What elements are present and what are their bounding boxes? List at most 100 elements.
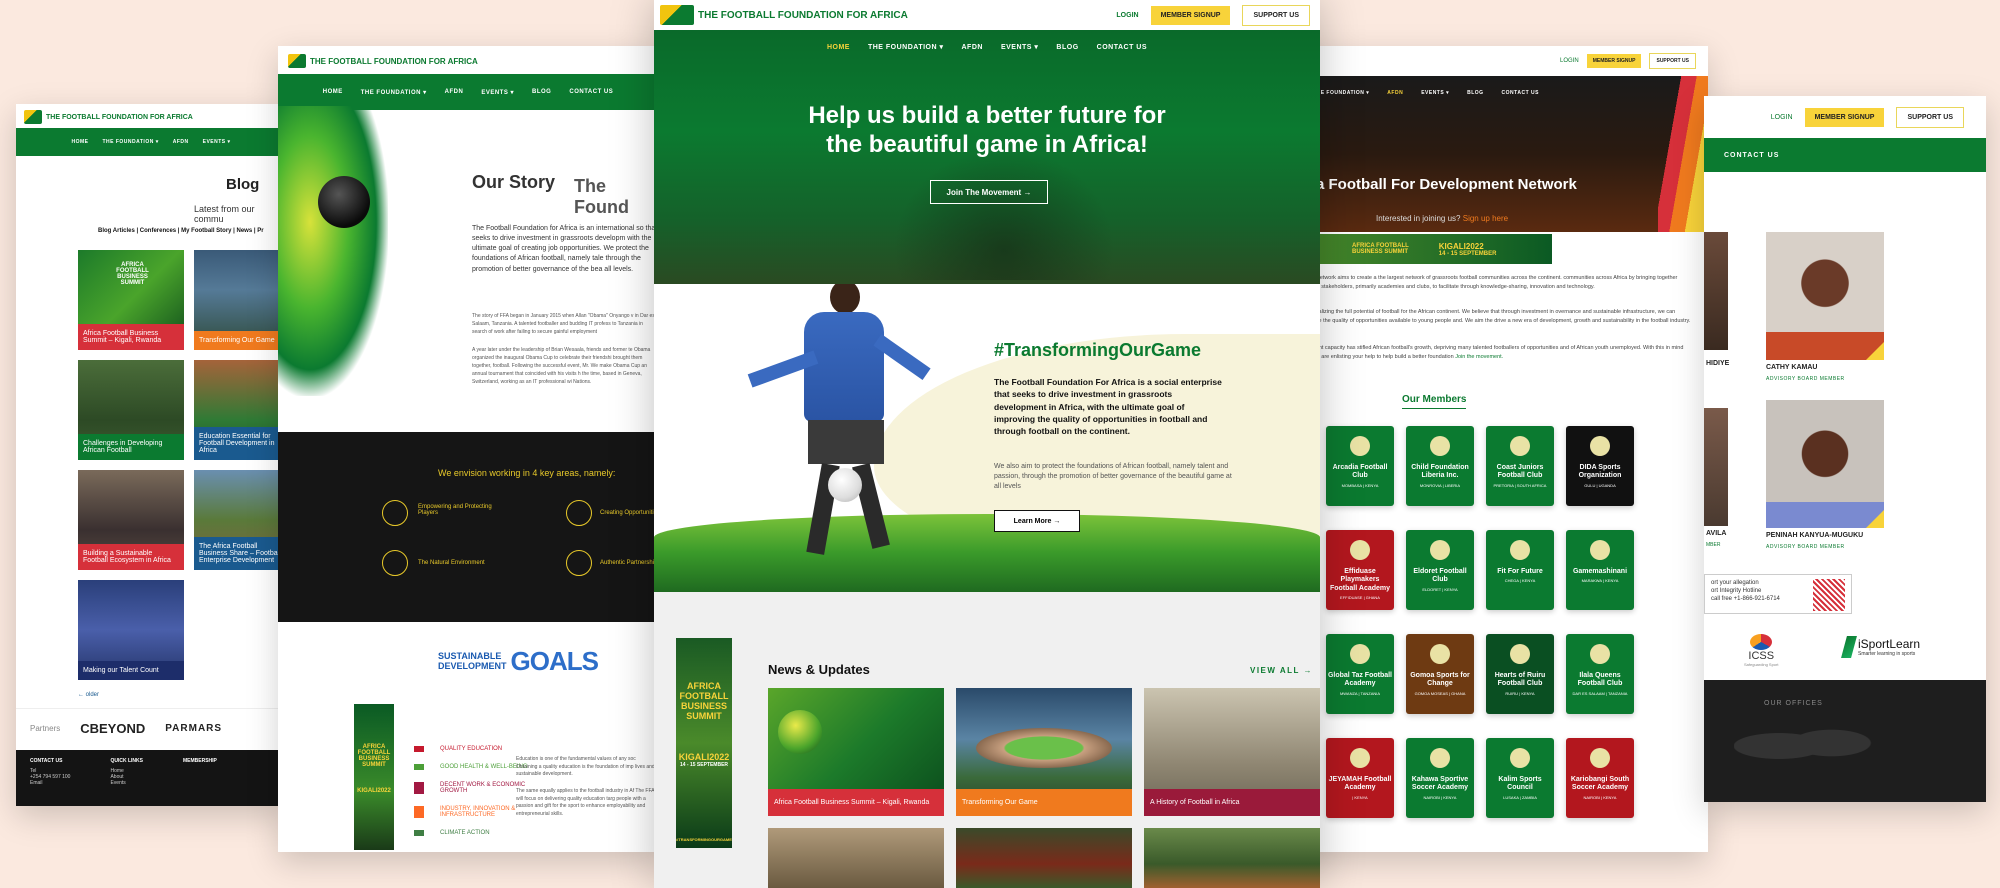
member-location: MONROVIA | LIBERIA <box>1419 482 1461 488</box>
news-card[interactable]: Africa Football Business Summit – Kigali… <box>768 688 944 816</box>
member-card[interactable]: Ilala Queens Football Club DAR ES SALAAM … <box>1566 634 1634 714</box>
member-badge-icon <box>1350 436 1370 456</box>
summit-thumb-text: AFRICA FOOTBALL BUSINESS SUMMIT <box>116 262 149 286</box>
nav-foundation[interactable]: THE FOUNDATION ▾ <box>102 139 158 145</box>
blog-post-card[interactable]: The Africa Football Business Share – Foo… <box>194 470 286 570</box>
blog-post-card[interactable]: Transforming Our Game <box>194 250 286 350</box>
nav-contact[interactable]: CONTACT US <box>1502 90 1539 96</box>
member-card[interactable]: Gomoa Sports for Change GOMOA MOSEAS | GH… <box>1406 634 1474 714</box>
member-name: Ilala Queens Football Club <box>1577 672 1623 688</box>
brand-logo[interactable]: THE FOOTBALL FOUNDATION FOR AFRICA <box>288 54 648 68</box>
blog-post-card[interactable]: Building a Sustainable Football Ecosyste… <box>78 470 184 570</box>
support-button[interactable]: SUPPORT US <box>1649 53 1696 69</box>
member-card[interactable]: Child Foundation Liberia Inc. MONROVIA | … <box>1406 426 1474 506</box>
sdg-goal[interactable]: QUALITY EDUCATION <box>414 746 534 752</box>
board-member-role: MBER <box>1706 542 1721 548</box>
blog-filters[interactable]: Blog Articles | Conferences | My Footbal… <box>98 228 264 234</box>
member-badge-icon <box>1590 540 1610 560</box>
login-link[interactable]: LOGIN <box>1116 12 1138 19</box>
signup-link[interactable]: Sign up here <box>1463 214 1508 223</box>
nav-blog[interactable]: BLOG <box>1467 90 1483 96</box>
member-card[interactable]: Arcadia Football Club MOMBASA | KENYA <box>1326 426 1394 506</box>
member-location: MOMBASA | KENYA <box>1341 482 1379 488</box>
blog-post-card[interactable]: AFRICA FOOTBALL BUSINESS SUMMIT Africa F… <box>78 250 184 350</box>
member-card[interactable]: Eldoret Football Club ELDORET | KENYA <box>1406 530 1474 610</box>
handshake-icon <box>566 550 592 576</box>
afdn-nav: THE FOUNDATION ▾ AFDN EVENTS ▾ BLOG CONT… <box>1296 90 1556 96</box>
member-card[interactable]: JEYAMAH Football Academy | KENYA <box>1326 738 1394 818</box>
nav-home[interactable]: HOME <box>827 44 850 51</box>
nav-home[interactable]: HOME <box>323 89 343 95</box>
transforming-lead: The Football Foundation For Africa is a … <box>994 377 1222 437</box>
member-card[interactable]: Global Taz Football Academy MWANZA | TANZ… <box>1326 634 1394 714</box>
blog-post-card[interactable]: Challenges in Developing African Footbal… <box>78 360 184 460</box>
nav-blog[interactable]: BLOG <box>532 89 551 95</box>
nav-events[interactable]: EVENTS ▾ <box>481 89 514 96</box>
news-card[interactable] <box>1144 828 1320 888</box>
member-card[interactable]: Gamemashinani MARAKWA | KENYA <box>1566 530 1634 610</box>
news-card[interactable]: Transforming Our Game <box>956 688 1132 816</box>
login-link[interactable]: LOGIN <box>1560 58 1579 64</box>
login-link[interactable]: LOGIN <box>1771 114 1793 121</box>
news-section: AFRICA FOOTBALL BUSINESS SUMMIT KIGALI20… <box>654 592 1320 888</box>
player-shorts <box>808 420 884 464</box>
nav-afdn[interactable]: AFDN <box>173 139 189 145</box>
nav-afdn[interactable]: AFDN <box>1387 90 1403 96</box>
afdn-hero: THE FOUNDATION ▾ AFDN EVENTS ▾ BLOG CONT… <box>1296 76 1708 232</box>
support-button[interactable]: SUPPORT US <box>1242 4 1310 26</box>
member-badge-icon <box>1430 644 1450 664</box>
news-card[interactable] <box>956 828 1132 888</box>
join-movement-button[interactable]: Join The Movement → <box>930 180 1048 204</box>
nav-events[interactable]: EVENTS ▾ <box>1001 43 1038 51</box>
nav-home[interactable]: HOME <box>71 139 88 145</box>
brand-name: THE FOOTBALL FOUNDATION FOR AFRICA <box>46 113 193 121</box>
news-card[interactable] <box>768 828 944 888</box>
member-card[interactable]: Fit For Future CHEGA | KENYA <box>1486 530 1554 610</box>
member-card[interactable]: Kariobangi South Soccer Academy NAIROBI |… <box>1566 738 1634 818</box>
news-card[interactable]: A History of Football in Africa <box>1144 688 1320 816</box>
member-card[interactable]: Kalim Sports Council LUSAKA | ZAMBIA <box>1486 738 1554 818</box>
nav-afdn[interactable]: AFDN <box>445 89 464 95</box>
member-badge-icon <box>1350 748 1370 768</box>
integrity-hotline-box[interactable]: ort your allegation ort Integrity Hotlin… <box>1704 574 1852 614</box>
footer-link[interactable]: Events <box>110 780 143 786</box>
support-button[interactable]: SUPPORT US <box>1896 106 1964 128</box>
blog-post-card[interactable]: Making our Talent Count <box>78 580 184 680</box>
nav-contact[interactable]: CONTACT US <box>1724 152 1779 159</box>
member-card[interactable]: DIDA Sports Organization GULU | UGANDA <box>1566 426 1634 506</box>
member-card[interactable]: Kahawa Sportive Soccer Academy NAIROBI | … <box>1406 738 1474 818</box>
sdg-goal[interactable]: CLIMATE ACTION <box>414 830 534 836</box>
board-member-role: ADVISORY BOARD MEMBER <box>1766 376 1845 382</box>
member-signup-button[interactable]: MEMBER SIGNUP <box>1804 107 1885 127</box>
member-signup-button[interactable]: MEMBER SIGNUP <box>1150 5 1231 25</box>
nav-blog[interactable]: BLOG <box>1056 44 1078 51</box>
nav-events[interactable]: EVENTS ▾ <box>1421 90 1449 96</box>
key-area-label: Creating Opportuniti <box>600 510 654 516</box>
member-signup-button[interactable]: MEMBER SIGNUP <box>1586 54 1642 68</box>
brand-logo[interactable]: THE FOOTBALL FOUNDATION FOR AFRICA <box>24 110 278 124</box>
nav-foundation[interactable]: THE FOUNDATION ▾ <box>1313 90 1369 96</box>
nav-foundation[interactable]: THE FOUNDATION ▾ <box>868 43 944 51</box>
afdn-title: a Football For Development Network <box>1316 176 1577 193</box>
member-name: Hearts of Ruiru Football Club <box>1494 672 1546 688</box>
member-name: Gamemashinani <box>1572 568 1628 575</box>
nav-contact[interactable]: CONTACT US <box>1097 44 1147 51</box>
home-page-mockup: THE FOOTBALL FOUNDATION FOR AFRICA LOGIN… <box>654 0 1320 888</box>
story-paragraph: The story of FFA began in January 2015 w… <box>472 313 655 335</box>
older-link[interactable]: ← older <box>78 692 99 698</box>
transforming-hashtag: #TransformingOurGame <box>994 340 1202 360</box>
envision-heading: We envision working in 4 key areas, name… <box>438 468 616 478</box>
nav-foundation[interactable]: THE FOUNDATION ▾ <box>361 89 427 96</box>
blog-post-card[interactable]: Education Essential for Football Develop… <box>194 360 286 460</box>
join-movement-link[interactable]: Join the movement. <box>1455 354 1503 360</box>
member-card[interactable]: Coast Juniors Football Club PRETORIA | SO… <box>1486 426 1554 506</box>
story-header: THE FOOTBALL FOUNDATION FOR AFRICA <box>278 46 658 74</box>
member-card[interactable]: Effiduase Playmakers Football Academy EFF… <box>1326 530 1394 610</box>
nav-events[interactable]: EVENTS ▾ <box>203 139 231 145</box>
view-all-link[interactable]: VIEW ALL → <box>1250 666 1313 675</box>
brand-logo[interactable]: THE FOOTBALL FOUNDATION FOR AFRICA <box>660 5 908 25</box>
nav-contact[interactable]: CONTACT US <box>569 89 613 95</box>
nav-afdn[interactable]: AFDN <box>962 44 983 51</box>
learn-more-button[interactable]: Learn More → <box>994 510 1080 532</box>
member-card[interactable]: Hearts of Ruiru Football Club RUIRU | KEN… <box>1486 634 1554 714</box>
